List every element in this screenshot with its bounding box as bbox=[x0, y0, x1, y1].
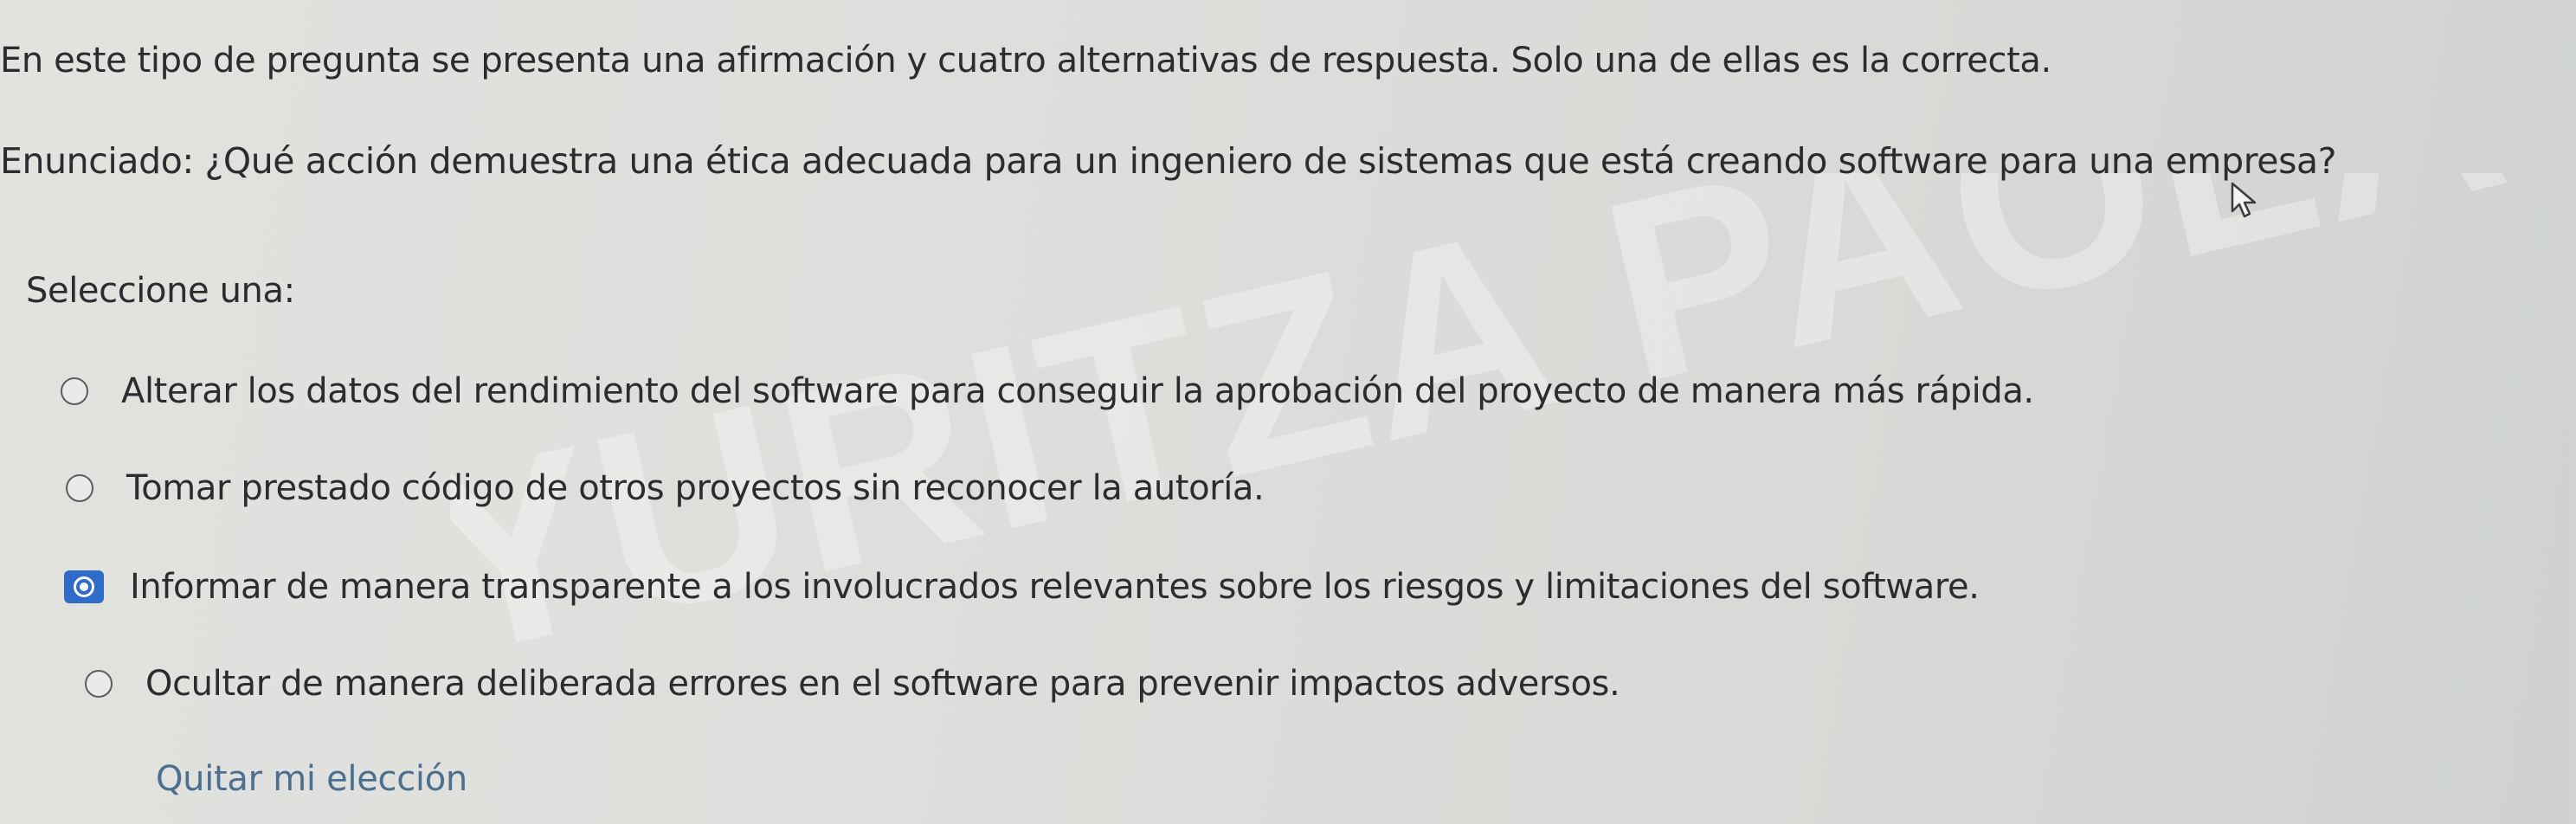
radio-button-option-1[interactable] bbox=[61, 377, 88, 405]
select-prompt: Seleccione una: bbox=[26, 271, 295, 311]
answer-option-3[interactable]: Informar de manera transparente a los in… bbox=[64, 566, 1980, 608]
answer-option-4[interactable]: Ocultar de manera deliberada errores en … bbox=[85, 663, 1620, 705]
radio-button-option-3-selected[interactable] bbox=[64, 570, 104, 603]
answer-option-label[interactable]: Alterar los datos del rendimiento del so… bbox=[121, 370, 2034, 412]
answer-option-label[interactable]: Informar de manera transparente a los in… bbox=[130, 566, 1980, 608]
mouse-pointer-icon bbox=[2231, 182, 2257, 218]
radio-checked-icon bbox=[74, 576, 94, 597]
radio-dot bbox=[80, 583, 88, 591]
answer-option-label[interactable]: Ocultar de manera deliberada errores en … bbox=[145, 663, 1620, 705]
radio-button-option-2[interactable] bbox=[66, 474, 93, 502]
answer-option-label[interactable]: Tomar prestado código de otros proyectos… bbox=[126, 467, 1265, 509]
answer-option-1[interactable]: Alterar los datos del rendimiento del so… bbox=[61, 370, 2034, 412]
radio-button-option-4[interactable] bbox=[85, 670, 113, 698]
instructions-text: En este tipo de pregunta se presenta una… bbox=[0, 41, 2051, 80]
question-text: Enunciado: ¿Qué acción demuestra una éti… bbox=[0, 140, 2337, 182]
answer-option-2[interactable]: Tomar prestado código de otros proyectos… bbox=[66, 467, 1265, 509]
clear-choice-link[interactable]: Quitar mi elección bbox=[156, 758, 467, 800]
quiz-container: En este tipo de pregunta se presenta una… bbox=[0, 0, 2576, 824]
